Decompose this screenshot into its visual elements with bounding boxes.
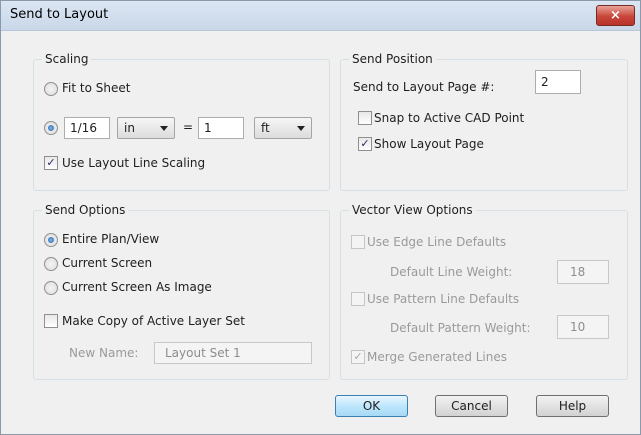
merge-generated-lines-checkbox[interactable]: ✓	[351, 350, 365, 364]
send-to-layout-dialog: Send to Layout × Scaling Fit to Sheet 1/…	[0, 0, 641, 435]
entire-plan-label: Entire Plan/View	[62, 232, 160, 246]
vector-view-options-group: Vector View Options Use Edge Line Defaul…	[340, 203, 628, 380]
layout-page-input[interactable]: 2	[535, 70, 581, 94]
right-unit-select[interactable]: ft	[254, 117, 312, 139]
send-options-group: Send Options Entire Plan/View Current Sc…	[33, 203, 330, 380]
make-copy-label: Make Copy of Active Layer Set	[62, 314, 245, 328]
current-screen-image-radio[interactable]	[44, 281, 58, 295]
send-position-group: Send Position Send to Layout Page #: 2 S…	[340, 52, 628, 191]
default-pattern-weight-label: Default Pattern Weight:	[390, 321, 531, 335]
send-options-legend: Send Options	[42, 203, 129, 217]
current-screen-radio[interactable]	[44, 257, 58, 271]
help-button[interactable]: Help	[536, 395, 609, 417]
scale-right-input[interactable]: 1	[198, 117, 244, 139]
chevron-down-icon	[160, 126, 168, 131]
default-pattern-weight-input[interactable]: 10	[557, 315, 609, 339]
pattern-line-defaults-checkbox[interactable]	[351, 292, 365, 306]
chevron-down-icon	[297, 126, 305, 131]
right-unit-value: ft	[261, 121, 270, 135]
scaling-legend: Scaling	[42, 52, 92, 66]
fit-to-sheet-radio[interactable]	[44, 82, 58, 96]
edge-line-defaults-label: Use Edge Line Defaults	[367, 235, 507, 249]
title-bar: Send to Layout ×	[1, 1, 640, 31]
vector-view-legend: Vector View Options	[349, 203, 476, 217]
dialog-title: Send to Layout	[10, 7, 109, 22]
new-name-input[interactable]: Layout Set 1	[154, 342, 312, 364]
snap-cad-point-label: Snap to Active CAD Point	[374, 111, 525, 125]
edge-line-defaults-checkbox[interactable]	[351, 235, 365, 249]
merge-generated-lines-label: Merge Generated Lines	[367, 350, 508, 364]
layout-page-label: Send to Layout Page #:	[353, 80, 495, 94]
custom-scale-radio[interactable]	[44, 121, 58, 135]
current-screen-label: Current Screen	[62, 256, 153, 270]
equals-sign: =	[183, 120, 194, 134]
left-unit-value: in	[124, 121, 135, 135]
left-unit-select[interactable]: in	[117, 117, 175, 139]
current-screen-image-label: Current Screen As Image	[62, 280, 212, 294]
scale-left-input[interactable]: 1/16	[64, 117, 110, 139]
show-layout-page-checkbox[interactable]: ✓	[358, 137, 372, 151]
close-button[interactable]: ×	[596, 5, 635, 26]
default-line-weight-input[interactable]: 18	[557, 260, 609, 284]
snap-cad-point-checkbox[interactable]	[358, 111, 372, 125]
dialog-body: Scaling Fit to Sheet 1/16 in = 1 ft ✓ Us…	[9, 31, 631, 429]
pattern-line-defaults-label: Use Pattern Line Defaults	[367, 292, 520, 306]
show-layout-page-label: Show Layout Page	[374, 137, 484, 151]
close-icon: ×	[610, 8, 621, 23]
new-name-label: New Name:	[69, 346, 139, 360]
fit-to-sheet-label: Fit to Sheet	[62, 81, 131, 95]
default-line-weight-label: Default Line Weight:	[390, 265, 513, 279]
cancel-button[interactable]: Cancel	[435, 395, 508, 417]
scaling-group: Scaling Fit to Sheet 1/16 in = 1 ft ✓ Us…	[33, 52, 330, 191]
send-position-legend: Send Position	[349, 52, 436, 66]
make-copy-checkbox[interactable]	[44, 314, 58, 328]
entire-plan-radio[interactable]	[44, 233, 58, 247]
use-layout-line-scaling-label: Use Layout Line Scaling	[62, 156, 206, 170]
ok-button[interactable]: OK	[335, 395, 408, 417]
use-layout-line-scaling-checkbox[interactable]: ✓	[44, 156, 58, 170]
